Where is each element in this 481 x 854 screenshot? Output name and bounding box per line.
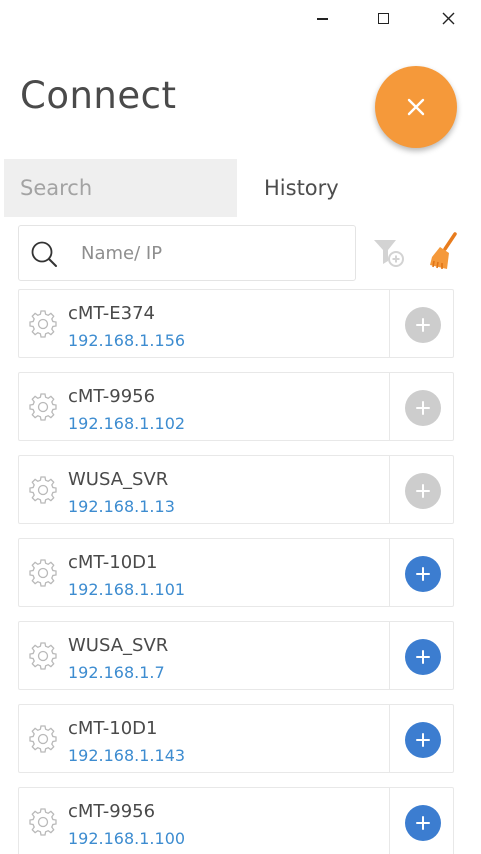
device-name: WUSA_SVR bbox=[68, 635, 169, 656]
gear-icon[interactable] bbox=[29, 393, 57, 421]
list-item[interactable]: cMT-10D1 192.168.1.101 bbox=[18, 538, 454, 607]
close-icon bbox=[442, 12, 454, 24]
add-device-button[interactable] bbox=[405, 639, 441, 675]
minimize-icon bbox=[316, 18, 328, 20]
tab-history[interactable]: History bbox=[237, 159, 481, 217]
add-device-button[interactable] bbox=[405, 556, 441, 592]
page-title: Connect bbox=[20, 74, 177, 117]
list-item[interactable]: cMT-9956 192.168.1.100 bbox=[18, 787, 454, 854]
list-item[interactable]: WUSA_SVR 192.168.1.7 bbox=[18, 621, 454, 690]
divider bbox=[389, 373, 390, 440]
add-device-button[interactable] bbox=[405, 473, 441, 509]
device-name: cMT-9956 bbox=[68, 801, 156, 822]
add-device-button[interactable] bbox=[405, 805, 441, 841]
history-list: cMT-E374 192.168.1.156 cMT-9956 192.168.… bbox=[18, 289, 454, 854]
gear-icon[interactable] bbox=[29, 642, 57, 670]
gear-icon[interactable] bbox=[29, 476, 57, 504]
device-ip: 192.168.1.13 bbox=[68, 497, 175, 516]
plus-icon bbox=[416, 650, 430, 664]
gear-icon[interactable] bbox=[29, 310, 57, 338]
tab-search[interactable]: Search bbox=[4, 159, 237, 217]
gear-icon[interactable] bbox=[29, 725, 57, 753]
tab-history-label: History bbox=[264, 176, 339, 200]
broom-icon[interactable] bbox=[425, 231, 461, 273]
close-panel-button[interactable] bbox=[375, 66, 457, 148]
tab-search-label: Search bbox=[20, 176, 93, 200]
device-ip: 192.168.1.102 bbox=[68, 414, 186, 433]
gear-icon[interactable] bbox=[29, 559, 57, 587]
search-icon bbox=[31, 241, 57, 267]
plus-icon bbox=[416, 318, 430, 332]
close-icon bbox=[407, 98, 425, 116]
device-ip: 192.168.1.7 bbox=[68, 663, 165, 682]
plus-icon bbox=[416, 567, 430, 581]
divider bbox=[389, 456, 390, 523]
device-name: cMT-E374 bbox=[68, 303, 155, 324]
divider bbox=[389, 705, 390, 772]
search-input[interactable] bbox=[81, 238, 341, 268]
device-name: cMT-10D1 bbox=[68, 718, 158, 739]
plus-icon bbox=[416, 484, 430, 498]
device-ip: 192.168.1.156 bbox=[68, 331, 186, 350]
add-device-button[interactable] bbox=[405, 390, 441, 426]
divider bbox=[389, 539, 390, 606]
maximize-icon bbox=[377, 12, 389, 24]
list-item[interactable]: cMT-9956 192.168.1.102 bbox=[18, 372, 454, 441]
list-item[interactable]: WUSA_SVR 192.168.1.13 bbox=[18, 455, 454, 524]
minimize-button[interactable] bbox=[302, 4, 342, 32]
gear-icon[interactable] bbox=[29, 808, 57, 836]
search-box bbox=[18, 225, 356, 281]
divider bbox=[389, 788, 390, 854]
title-bar bbox=[0, 0, 481, 36]
list-item[interactable]: cMT-E374 192.168.1.156 bbox=[18, 289, 454, 358]
device-name: cMT-10D1 bbox=[68, 552, 158, 573]
device-ip: 192.168.1.101 bbox=[68, 580, 186, 599]
window-close-button[interactable] bbox=[428, 4, 468, 32]
tab-bar: Search History bbox=[4, 159, 481, 217]
maximize-button[interactable] bbox=[363, 4, 403, 32]
divider bbox=[389, 622, 390, 689]
divider bbox=[389, 290, 390, 357]
device-name: cMT-9956 bbox=[68, 386, 156, 407]
plus-icon bbox=[416, 401, 430, 415]
device-ip: 192.168.1.143 bbox=[68, 746, 186, 765]
plus-icon bbox=[416, 816, 430, 830]
device-ip: 192.168.1.100 bbox=[68, 829, 186, 848]
list-item[interactable]: cMT-10D1 192.168.1.143 bbox=[18, 704, 454, 773]
device-name: WUSA_SVR bbox=[68, 469, 169, 490]
plus-icon bbox=[416, 733, 430, 747]
add-device-button[interactable] bbox=[405, 722, 441, 758]
add-device-button[interactable] bbox=[405, 307, 441, 343]
filter-add-icon[interactable] bbox=[371, 236, 405, 268]
